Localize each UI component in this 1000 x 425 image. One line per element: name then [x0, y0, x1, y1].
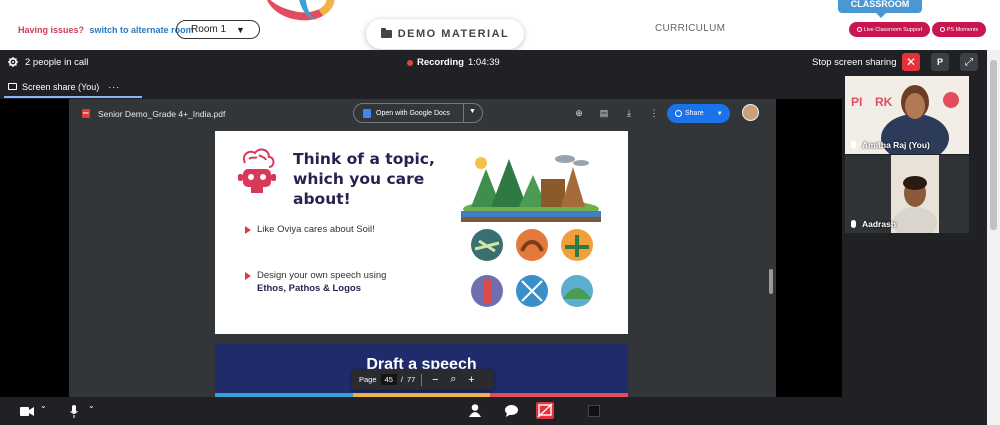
pdf-file-name: Senior Demo_Grade 4+_India.pdf [98, 109, 226, 119]
slide-bullet-2: Design your own speech using Ethos, Path… [245, 269, 425, 295]
recording-label: Recording [417, 57, 464, 68]
people-in-call-count: 2 people in call [25, 57, 89, 68]
expand-icon: ⤢ [965, 56, 973, 68]
recording-dot-icon [407, 59, 413, 66]
slide-bullet-1: Like Oviya cares about Soil! [245, 223, 405, 236]
caret-down-icon: ▼ [236, 24, 245, 35]
background-effects-icon[interactable] [588, 405, 600, 417]
support-label: Live Classroom Support [863, 26, 923, 33]
participant-name-aadrash: Aadrash [851, 219, 896, 229]
mic-options-chevron-icon[interactable]: ⌄ [88, 401, 95, 410]
participant-tile-self[interactable]: PI RK Amitha Raj (You) [845, 76, 969, 154]
pdf-page-slide: Think of a topic, which you care about! … [215, 131, 628, 334]
folder-icon [380, 28, 392, 38]
demo-material-label: DEMO MATERIAL [397, 28, 510, 40]
open-with-label: Open with Google Docs [376, 109, 450, 117]
screen-share-tab-label: Screen share (You) [22, 81, 100, 92]
recording-time: 1:04:39 [467, 57, 500, 68]
google-docs-icon [363, 108, 371, 118]
participants-icon[interactable] [469, 404, 481, 417]
tab-screen-share[interactable]: Screen share (You) ··· [4, 77, 142, 98]
environment-icons-grid [471, 229, 593, 307]
call-control-bar: ⌄ ⌄ [0, 397, 987, 425]
stop-screen-sharing-label: Stop screen sharing [812, 57, 897, 68]
mic-icon [851, 220, 856, 228]
bullet-2-bold-text: Ethos, Pathos & Logos [257, 283, 361, 294]
participant-tile-aadrash[interactable]: Aadrash [845, 155, 969, 233]
nature-landscape-illustration [461, 155, 601, 222]
recording-indicator: Recording 1:04:39 [407, 57, 500, 68]
screen-share-view: PDF Senior Demo_Grade 4+_India.pdf Open … [0, 99, 842, 397]
page-scrollbar[interactable] [987, 50, 1000, 425]
button-divider [463, 104, 464, 122]
zoom-in-icon[interactable]: + [464, 374, 478, 386]
page-number-input[interactable]: 45 [380, 374, 397, 385]
support-icon [856, 27, 862, 32]
scrollbar-thumb[interactable] [990, 60, 997, 230]
download-icon[interactable]: ⤓ [624, 108, 634, 118]
camera-icon[interactable] [20, 407, 34, 416]
bullet-arrow-icon [245, 272, 251, 280]
zoom-out-icon[interactable]: − [428, 374, 442, 386]
classroom-tab[interactable]: CLASSROOM [838, 0, 922, 18]
moments-icon [939, 27, 945, 32]
page-total: 77 [406, 375, 416, 384]
page-separator: / [400, 375, 403, 384]
pdf-viewer: PDF Senior Demo_Grade 4+_India.pdf Open … [69, 99, 776, 397]
brain-robot-icon [238, 148, 276, 193]
monitor-icon [8, 83, 17, 90]
participant-name: Aadrash [862, 219, 897, 229]
globe-icon [675, 110, 682, 117]
svg-text:PI: PI [851, 95, 862, 109]
pdf-toolbar: PDF Senior Demo_Grade 4+_India.pdf Open … [69, 99, 776, 127]
call-header: 2 people in call Recording 1:04:39 Stop … [0, 50, 1000, 75]
caret-down-icon[interactable]: ▼ [469, 108, 476, 115]
gear-icon[interactable] [8, 57, 18, 67]
open-with-google-docs-button[interactable]: Open with Google Docs ▼ [353, 103, 483, 123]
chat-icon[interactable] [505, 405, 518, 417]
more-vert-icon[interactable]: ⋮ [649, 108, 659, 118]
stop-presenting-icon[interactable] [536, 402, 554, 419]
p-button[interactable]: P [931, 53, 949, 71]
page-navigation-control: Page 45 / 77 − ⌕ + [352, 369, 494, 390]
add-comment-icon[interactable]: ⊕ [574, 108, 584, 118]
issues-text: Having issues? [18, 25, 85, 35]
slide-title: Think of a topic, which you care about! [293, 150, 435, 208]
participant-name-self: Amitha Raj (You) [851, 140, 930, 150]
avatar[interactable] [742, 104, 759, 121]
bullet-1-text: Like Oviya cares about Soil! [257, 224, 375, 235]
more-options-icon[interactable]: ··· [108, 82, 120, 92]
divider [421, 373, 423, 386]
demo-material-button[interactable]: DEMO MATERIAL [366, 19, 524, 49]
live-classroom-support-button[interactable]: Live Classroom Support [849, 22, 930, 37]
moments-label: PS Moments [946, 26, 979, 33]
top-bar: Having issues? switch to alternate room … [0, 0, 1000, 50]
room-select[interactable]: Room 1 ▼ [176, 20, 260, 39]
print-icon[interactable]: ▤ [599, 108, 609, 118]
fullscreen-button[interactable]: ⤢ [960, 53, 978, 71]
close-icon: ✕ [905, 55, 917, 69]
bullet-arrow-icon [245, 226, 251, 234]
pdf-file-icon: PDF [82, 109, 90, 118]
caret-down-icon: ▼ [716, 110, 723, 117]
video-call-area: 2 people in call Recording 1:04:39 Stop … [0, 50, 1000, 425]
pdf-scrollbar[interactable] [769, 269, 773, 294]
stop-sharing-button[interactable]: ✕ [902, 53, 920, 71]
participant-name: Amitha Raj (You) [862, 140, 930, 150]
svg-text:RK: RK [875, 95, 893, 109]
share-label: Share [685, 110, 704, 117]
ps-moments-button[interactable]: PS Moments [932, 22, 986, 37]
room-select-value: Room 1 [191, 24, 227, 35]
mic-icon [851, 141, 856, 149]
zoom-icon[interactable]: ⌕ [446, 373, 460, 386]
issues-notice: Having issues? switch to alternate room [18, 25, 194, 35]
curriculum-tab[interactable]: CURRICULUM [655, 23, 725, 34]
page-label: Page [359, 375, 377, 384]
bullet-2-text: Design your own speech using [257, 270, 387, 281]
share-button[interactable]: Share ▼ [667, 104, 730, 123]
microphone-icon[interactable] [70, 405, 78, 418]
camera-options-chevron-icon[interactable]: ⌄ [40, 401, 47, 410]
